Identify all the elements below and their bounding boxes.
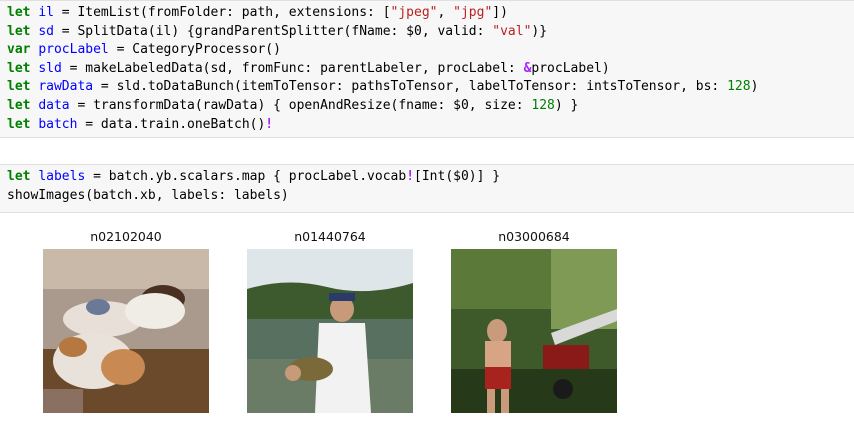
code-token: sd [38,23,54,39]
code-token: sld [38,60,62,76]
code-token: let [7,60,31,76]
code-token: il [38,5,54,20]
code-token: 128 [531,97,555,113]
code-token: procLabel [38,42,109,58]
code-token: 128 [727,79,751,95]
code-token: = batch.yb.scalars.map { procLabel.vocab [85,169,407,184]
code-line: let il = ItemList(fromFolder: path, exte… [7,4,854,23]
code-line: let batch = data.train.oneBatch()! [7,116,854,135]
code-token: var [7,42,31,58]
code-token: let [7,5,31,20]
code-token: = CategoryProcessor() [108,42,281,58]
code-token: labels [38,169,86,184]
code-cell-1[interactable]: let il = ItemList(fromFolder: path, exte… [0,0,854,138]
output-figure-2: n01440764 [247,228,413,413]
output-figure-1: n02102040 [43,228,209,413]
figure-label: n02102040 [90,229,162,244]
figure-label: n03000684 [498,229,570,244]
code-token: batch [38,116,78,132]
cell-output: n02102040 n01440764 n03000684 [0,222,854,421]
code-token: let [7,23,31,39]
code-token: )} [531,23,548,39]
code-token: [Int($0)] } [414,169,501,184]
code-line: showImages(batch.xb, labels: labels) [7,187,854,206]
code-line: let rawData = sld.toDataBunch(itemToTens… [7,78,854,97]
code-token: = sld.toDataBunch(itemToTensor: pathsToT… [93,79,728,95]
code-token: = SplitData(il) {grandParentSplitter(fNa… [53,23,493,39]
code-token: = makeLabeledData(sd, fromFunc: parentLa… [61,60,524,76]
code-token: let [7,169,31,184]
code-token: ) } [554,97,579,113]
photo-dogs-on-couch [43,249,209,413]
code-token: let [7,79,31,95]
code-token: = ItemList(fromFolder: path, extensions:… [53,5,391,20]
code-token: ) [750,79,759,95]
code-line: var procLabel = CategoryProcessor() [7,41,854,60]
code-token: let [7,116,31,132]
code-token: ]) [492,5,508,20]
output-figure-3: n03000684 [451,228,617,413]
code-token: rawData [38,79,94,95]
code-token: procLabel) [531,60,610,76]
code-token: "jpg" [453,5,493,20]
code-token: = transformData(rawData) { openAndResize… [69,97,532,113]
code-token: showImages(batch.xb, labels: labels) [7,187,289,203]
code-line: let data = transformData(rawData) { open… [7,97,854,116]
code-token: "val" [492,23,532,39]
photo-man-holding-fish [247,249,413,413]
code-token: data [38,97,70,113]
code-token: = data.train.oneBatch() [77,116,266,132]
code-token: ! [406,169,415,184]
code-line: let labels = batch.yb.scalars.map { proc… [7,168,854,187]
code-line: let sd = SplitData(il) {grandParentSplit… [7,23,854,42]
code-token: "jpeg" [390,5,438,20]
code-token: ! [265,116,274,132]
code-line: let sld = makeLabeledData(sd, fromFunc: … [7,60,854,79]
code-cell-2[interactable]: let labels = batch.yb.scalars.map { proc… [0,164,854,213]
figure-label: n01440764 [294,229,366,244]
photo-man-with-chainsaw [451,249,617,413]
code-token: , [437,5,454,20]
code-token: let [7,97,31,113]
